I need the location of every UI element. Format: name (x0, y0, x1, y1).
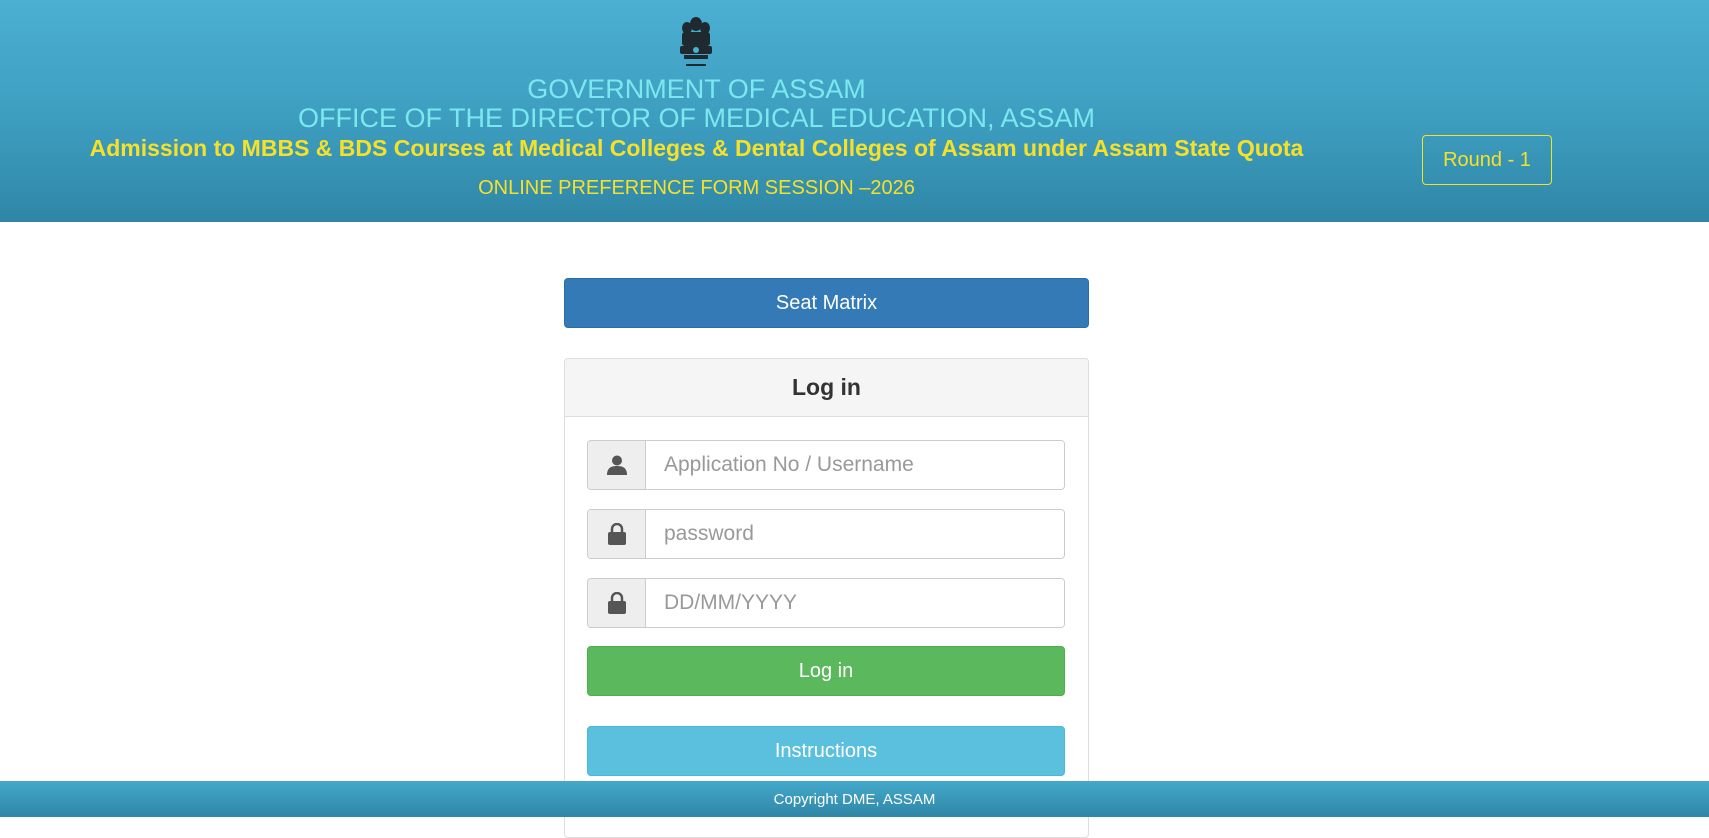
user-icon-addon (588, 441, 646, 489)
lock-icon-addon (588, 510, 646, 558)
username-input[interactable] (646, 441, 1064, 489)
login-panel: Log in Log in Instructions (564, 358, 1089, 838)
state-emblem-icon (680, 17, 712, 66)
login-panel-title: Log in (565, 359, 1088, 417)
session-title: ONLINE PREFERENCE FORM SESSION –2026 (478, 177, 915, 199)
page-footer: Copyright DME, ASSAM (0, 781, 1709, 817)
government-title: GOVERNMENT OF ASSAM (527, 74, 866, 104)
admission-title: Admission to MBBS & BDS Courses at Medic… (89, 135, 1304, 161)
instructions-button[interactable]: Instructions (587, 726, 1065, 776)
round-badge: Round - 1 (1422, 135, 1552, 185)
dob-input[interactable] (646, 579, 1064, 627)
office-title: OFFICE OF THE DIRECTOR OF MEDICAL EDUCAT… (297, 103, 1096, 133)
password-input-group (587, 509, 1065, 559)
username-input-group (587, 440, 1065, 490)
dob-input-group (587, 578, 1065, 628)
seat-matrix-button[interactable]: Seat Matrix (564, 278, 1089, 328)
user-icon (606, 455, 627, 475)
copyright-text: Copyright DME, ASSAM (773, 790, 936, 808)
page-header: GOVERNMENT OF ASSAM OFFICE OF THE DIRECT… (0, 0, 1709, 222)
lock-icon-addon (588, 579, 646, 627)
lock-icon (607, 592, 626, 614)
lock-icon (607, 523, 626, 545)
password-input[interactable] (646, 510, 1064, 558)
login-button[interactable]: Log in (587, 646, 1065, 696)
